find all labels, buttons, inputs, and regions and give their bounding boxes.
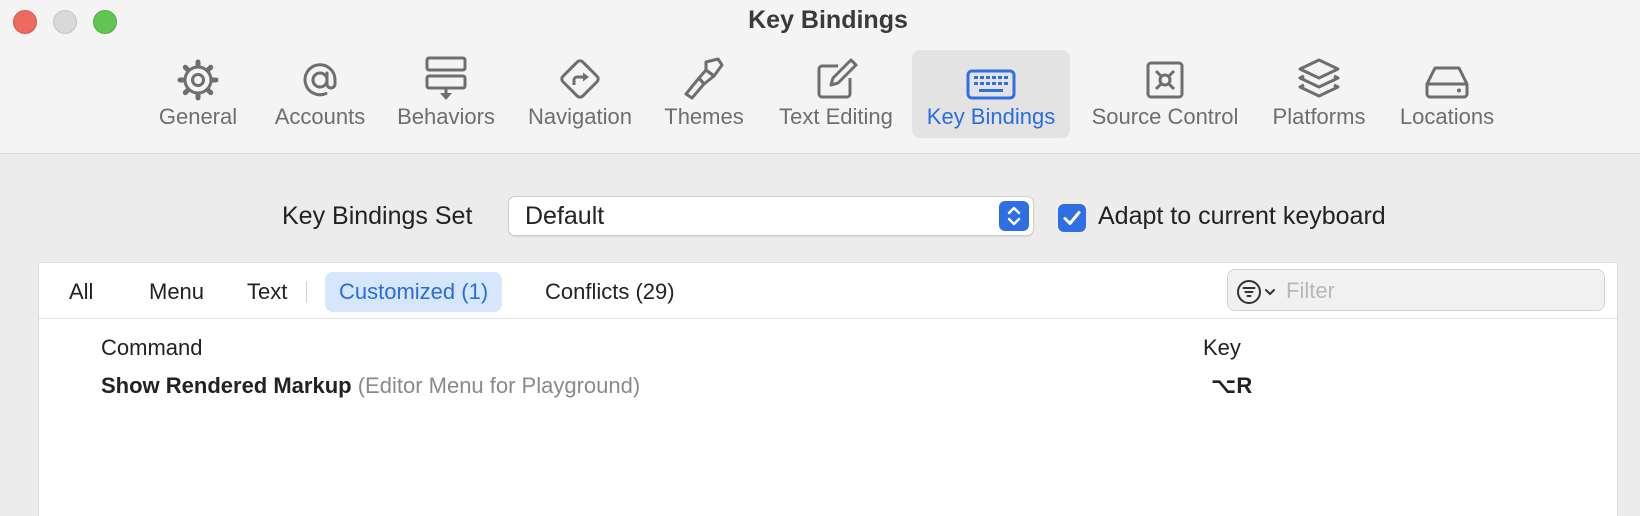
adapt-keyboard-checkbox[interactable] <box>1058 204 1086 232</box>
table-row[interactable]: Show Rendered Markup (Editor Menu for Pl… <box>39 369 1617 405</box>
key-column-header[interactable]: Key <box>1203 335 1241 361</box>
filter-menu-icon[interactable] <box>1236 279 1280 310</box>
tab-source-control[interactable]: Source Control <box>1082 50 1248 138</box>
stacked-layers-icon <box>1296 50 1342 102</box>
tab-label: Platforms <box>1272 104 1366 129</box>
tab-accounts[interactable]: Accounts <box>264 50 376 138</box>
tab-label: Accounts <box>274 104 366 129</box>
source-control-icon <box>1143 50 1187 102</box>
at-sign-icon <box>298 50 342 102</box>
tab-behaviors[interactable]: Behaviors <box>390 50 502 138</box>
filter-field[interactable] <box>1227 269 1605 311</box>
tab-label: General <box>158 104 238 129</box>
tab-platforms[interactable]: Platforms <box>1264 50 1374 138</box>
key-bindings-set-label: Key Bindings Set <box>282 202 473 230</box>
tab-key-bindings[interactable]: Key Bindings <box>912 50 1070 138</box>
keyboard-icon <box>965 50 1017 102</box>
tab-label: Navigation <box>528 104 632 129</box>
gear-icon <box>176 50 220 102</box>
command-context: (Editor Menu for Playground) <box>357 373 641 398</box>
scope-conflicts[interactable]: Conflicts (29) <box>531 272 689 312</box>
tab-label: Themes <box>664 104 744 129</box>
tab-themes[interactable]: Themes <box>656 50 752 138</box>
tab-label: Locations <box>1399 104 1495 129</box>
tab-label: Key Bindings <box>926 104 1056 129</box>
command-column-header[interactable]: Command <box>101 335 202 361</box>
checkmark-icon <box>1063 211 1081 225</box>
scope-divider <box>306 281 307 303</box>
command-name: Show Rendered Markup <box>101 373 352 398</box>
command-cell: Show Rendered Markup (Editor Menu for Pl… <box>101 373 640 399</box>
behaviors-icon <box>424 50 468 102</box>
filter-input[interactable] <box>1284 275 1588 307</box>
scope-all[interactable]: All <box>55 272 107 312</box>
scope-filter-bar: All Menu Text Customized (1) Conflicts (… <box>39 263 1617 319</box>
tab-navigation[interactable]: Navigation <box>520 50 640 138</box>
paintbrush-icon <box>682 50 726 102</box>
key-bindings-set-value: Default <box>525 202 605 230</box>
tab-locations[interactable]: Locations <box>1392 50 1502 138</box>
pencil-square-icon <box>814 50 858 102</box>
popup-stepper[interactable] <box>999 201 1029 231</box>
key-shortcut[interactable]: ⌥R <box>1211 373 1252 399</box>
window-toolbar: Key Bindings General Accounts Behaviors … <box>0 0 1640 154</box>
adapt-keyboard-label[interactable]: Adapt to current keyboard <box>1098 202 1386 231</box>
tab-label: Source Control <box>1091 104 1239 129</box>
chevron-up-down-icon <box>1007 206 1021 226</box>
scope-customized[interactable]: Customized (1) <box>325 272 503 312</box>
navigation-sign-icon <box>557 50 603 102</box>
tab-text-editing[interactable]: Text Editing <box>770 50 902 138</box>
drive-icon <box>1424 50 1470 102</box>
preferences-tabs: General Accounts Behaviors Navigation Th… <box>0 0 1640 154</box>
bindings-panel: All Menu Text Customized (1) Conflicts (… <box>38 262 1618 516</box>
scope-text[interactable]: Text <box>233 272 301 312</box>
tab-general[interactable]: General <box>152 50 244 138</box>
tab-label: Text Editing <box>779 104 893 129</box>
scope-menu[interactable]: Menu <box>135 272 218 312</box>
key-bindings-set-popup[interactable]: Default <box>508 196 1034 236</box>
tab-label: Behaviors <box>397 104 495 129</box>
